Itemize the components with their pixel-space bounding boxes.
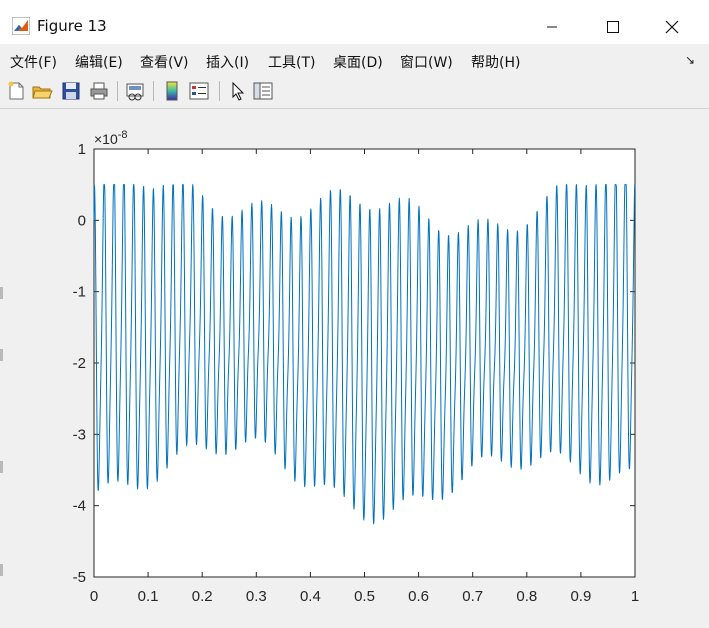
menu-file[interactable]: 文件(F): [10, 52, 57, 72]
edit-plot-arrow-icon[interactable]: [227, 80, 249, 102]
maximize-button[interactable]: [590, 12, 636, 42]
y-tick-label: -1: [73, 284, 86, 301]
y-exponent-base: ×10: [94, 131, 118, 147]
insert-legend-icon[interactable]: [188, 80, 210, 102]
dock-arrow-icon[interactable]: ↘: [685, 53, 695, 67]
x-tick-label: 0.5: [354, 588, 375, 605]
property-inspector-icon[interactable]: [252, 80, 274, 102]
y-tick-label: -5: [73, 569, 86, 586]
minimize-button[interactable]: [529, 12, 575, 42]
x-tick-label: 0.9: [570, 588, 591, 605]
x-tick-label: 0.3: [246, 588, 267, 605]
menu-insert[interactable]: 插入(I): [206, 52, 249, 72]
y-exponent-label: ×10-8: [94, 129, 128, 147]
matlab-logo-icon: [12, 17, 30, 35]
menu-window[interactable]: 窗口(W): [400, 52, 453, 72]
save-icon[interactable]: [60, 80, 82, 102]
menu-tools[interactable]: 工具(T): [268, 52, 315, 72]
y-tick-label: -3: [73, 426, 86, 443]
x-tick-label: 0: [90, 588, 98, 605]
close-icon: [665, 20, 679, 34]
x-tick-label: 0.4: [300, 588, 321, 605]
x-tick-label: 0.7: [462, 588, 483, 605]
title-bar[interactable]: Figure 13: [0, 0, 709, 44]
y-tick-label: 1: [78, 141, 86, 158]
y-exponent-power: -8: [118, 129, 128, 141]
figure-canvas: 0 0.1 0.2 0.3 0.4 0.5 0.6 0.7 0.8 0.9 1 1 0 -1 -2 -3 -4…: [0, 109, 709, 628]
menu-bar: 文件(F) 编辑(E) 查看(V) 插入(I) 工具(T) 桌面(D) 窗口(W…: [0, 44, 709, 76]
plot-axes[interactable]: 0 0.1 0.2 0.3 0.4 0.5 0.6 0.7 0.8 0.9 1 1 0 -1 -2 -3 -4…: [0, 109, 709, 628]
x-tick-label: 1: [631, 588, 639, 605]
menu-desktop[interactable]: 桌面(D): [333, 52, 383, 72]
maximize-icon: [607, 21, 619, 33]
y-tick-label: -2: [73, 355, 86, 372]
close-button[interactable]: [649, 12, 695, 42]
insert-colorbar-icon[interactable]: [161, 80, 183, 102]
menu-help[interactable]: 帮助(H): [471, 52, 520, 72]
link-plot-icon[interactable]: [124, 80, 146, 102]
y-tick-label: 0: [78, 212, 86, 229]
y-tick-label: -4: [73, 498, 86, 515]
minimize-icon: [547, 26, 557, 28]
menu-view[interactable]: 查看(V): [140, 52, 189, 72]
figure-toolbar: [0, 76, 709, 109]
x-tick-label: 0.1: [138, 588, 159, 605]
new-figure-icon[interactable]: [5, 80, 27, 102]
x-tick-label: 0.2: [192, 588, 213, 605]
window-title: Figure 13: [37, 17, 107, 35]
x-tick-label: 0.6: [408, 588, 429, 605]
x-tick-label: 0.8: [516, 588, 537, 605]
figure-window: Figure 13 文件(F) 编辑(E) 查看(V) 插入(I) 工具(T) …: [0, 0, 709, 628]
print-icon[interactable]: [88, 80, 110, 102]
open-file-icon[interactable]: [31, 80, 53, 102]
menu-edit[interactable]: 编辑(E): [75, 52, 123, 72]
